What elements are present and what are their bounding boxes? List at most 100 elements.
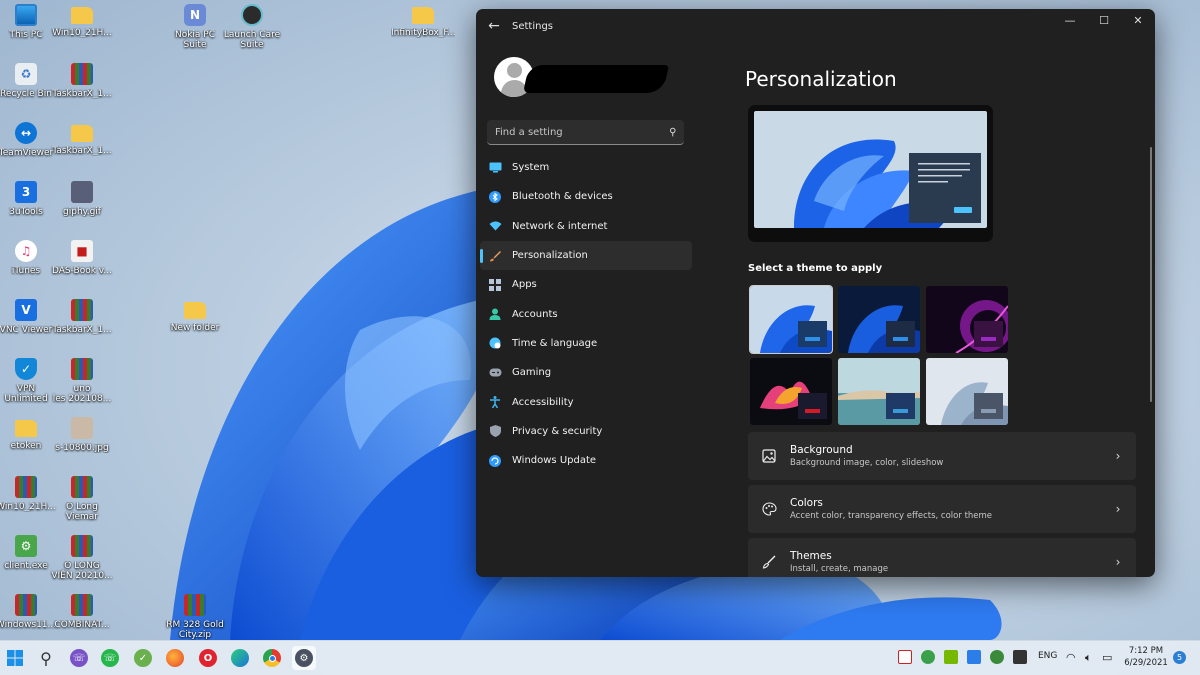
desktop-icon-s-10800-jpg[interactable]: s-10800.jpg [50, 415, 114, 473]
theme-glow[interactable] [926, 286, 1008, 353]
theme-window-sample [886, 321, 915, 347]
chevron-right-icon: › [1115, 449, 1121, 463]
card-subtitle: Install, create, manage [790, 564, 889, 574]
theme-sunrise[interactable] [926, 358, 1008, 425]
nav-item-label: Gaming [512, 367, 552, 379]
desktop-icon-nokia-pc-suite[interactable]: N Nokia PC Suite [163, 2, 227, 60]
theme-window-sample [798, 321, 827, 347]
theme-accent-bar [981, 337, 996, 341]
desktop-icon-infinitybox[interactable]: InfinityBox_F... [391, 2, 455, 60]
search-box[interactable]: ⚲ [487, 120, 684, 145]
theme-captured-motion[interactable] [750, 358, 832, 425]
launch-care-icon [241, 4, 263, 26]
nav-item-personalization[interactable]: Personalization [480, 240, 692, 271]
winrar-icon [71, 299, 93, 321]
nav-item-privacy-security[interactable]: Privacy & security [480, 417, 692, 446]
tray-app-icon[interactable] [1013, 650, 1027, 664]
taskbar-whatsapp[interactable]: ☏ [98, 646, 122, 670]
nav-item-apps[interactable]: Apps [480, 270, 692, 299]
page-title: Personalization [745, 67, 897, 91]
theme-flow[interactable] [838, 358, 920, 425]
desktop-icon-taskbarx-1[interactable]: TaskbarX_1... [50, 61, 114, 119]
nav-item-bluetooth[interactable]: Bluetooth & devices [480, 182, 692, 211]
3utools-icon: 3 [15, 181, 37, 203]
tray-app-icon[interactable] [990, 650, 1004, 664]
taskbar-opera[interactable]: O [196, 646, 220, 670]
nav-item-time-language[interactable]: Time & language [480, 329, 692, 358]
maximize-icon: ☐ [1099, 13, 1109, 27]
nvidia-icon[interactable] [944, 650, 958, 664]
content-pane: Personalization Select a theme to apply [694, 43, 1155, 577]
theme-window-sample [798, 393, 827, 419]
nav-item-accessibility[interactable]: Accessibility [480, 387, 692, 416]
taskbar-chrome[interactable] [260, 646, 284, 670]
edge-icon [231, 649, 249, 667]
theme-window-sample [974, 393, 1003, 419]
nav-item-system[interactable]: System [480, 153, 692, 182]
card-background[interactable]: Background Background image, color, slid… [748, 432, 1136, 480]
computer-icon [15, 4, 37, 26]
desktop-icon-launch-care-suite[interactable]: Launch Care Suite [220, 2, 284, 60]
desktop-icon-win10-zip[interactable]: Win10_21H... [50, 2, 114, 60]
language-indicator[interactable]: ENG [1038, 651, 1057, 661]
search-icon[interactable]: ⚲ [669, 127, 676, 138]
desktop-icon-giphy[interactable]: giphy.gif [50, 179, 114, 237]
chevron-right-icon: › [1115, 502, 1121, 516]
winrar-icon [184, 594, 206, 616]
chevron-right-icon: › [1115, 555, 1121, 569]
taskbar-edge[interactable] [228, 646, 252, 670]
desktop-icon-o-long-vien[interactable]: Ô LONG VIÊN 20210... [50, 533, 114, 591]
nav-item-label: Time & language [512, 337, 598, 349]
winrar-icon [71, 535, 93, 557]
title-bar[interactable]: ← Settings — ☐ ✕ [476, 9, 1155, 43]
taskbar-app-green[interactable]: ✓ [131, 646, 155, 670]
close-button[interactable]: ✕ [1121, 9, 1155, 31]
battery-icon[interactable]: ▭ [1102, 651, 1112, 664]
user-profile[interactable] [490, 53, 690, 103]
desktop-icon-uno-les[interactable]: uno les 202108... [50, 356, 114, 414]
taskbar: ⚲ ☏ ☏ ✓ O ⚙ ENG ◠ 🔈︎ ▭ 7:12 PM 6/29/2021… [0, 640, 1200, 675]
nav-item-accounts[interactable]: Accounts [480, 299, 692, 328]
content-scrollbar[interactable] [1150, 147, 1152, 402]
theme-windows-dark[interactable] [838, 286, 920, 353]
start-button[interactable] [3, 646, 27, 670]
notification-badge[interactable]: 5 [1173, 651, 1186, 664]
accessibility-icon [488, 395, 502, 409]
taskbar-search-button[interactable]: ⚲ [34, 646, 58, 670]
clock[interactable]: 7:12 PM 6/29/2021 [1122, 645, 1170, 669]
desktop-icon-das-book[interactable]: ■ DAS-Book v... [50, 238, 114, 296]
monitor-icon [488, 161, 502, 175]
winrar-icon [71, 358, 93, 380]
minimize-button[interactable]: — [1053, 9, 1087, 31]
desktop-icon-taskbarx-3[interactable]: TaskbarX_1... [50, 297, 114, 355]
tray-app-icon[interactable] [921, 650, 935, 664]
clock-time: 7:12 PM [1128, 646, 1164, 656]
nav-item-network[interactable]: Network & internet [480, 212, 692, 241]
tray-app-icon[interactable] [898, 650, 912, 664]
desktop-icon-o-long-viemar[interactable]: Ô Long Viemar [50, 474, 114, 532]
desktop-icon-taskbarx-2[interactable]: TaskbarX_1... [50, 120, 114, 178]
theme-windows-light[interactable] [749, 285, 833, 354]
volume-icon[interactable]: 🔈︎ [1085, 651, 1092, 665]
wifi-icon[interactable]: ◠ [1066, 651, 1076, 664]
maximize-button[interactable]: ☐ [1087, 9, 1121, 31]
taskbar-firefox[interactable] [163, 646, 187, 670]
tray-app-icon[interactable] [967, 650, 981, 664]
taskbar-viber[interactable]: ☏ [67, 646, 91, 670]
gear-icon: ⚙ [295, 649, 313, 667]
search-input[interactable] [495, 126, 669, 138]
close-icon: ✕ [1133, 13, 1143, 27]
back-button[interactable]: ← [478, 10, 510, 42]
opera-icon: O [199, 649, 217, 667]
nav-item-windows-update[interactable]: Windows Update [480, 446, 692, 475]
image-icon [748, 449, 790, 463]
theme-accent-bar [893, 409, 908, 413]
nav-item-gaming[interactable]: Gaming [480, 358, 692, 387]
folder-icon [71, 7, 93, 24]
card-themes[interactable]: Themes Install, create, manage › [748, 538, 1136, 577]
taskbar-settings[interactable]: ⚙ [292, 646, 316, 670]
recycle-bin-icon: ♻ [15, 63, 37, 85]
globe-icon [488, 336, 502, 350]
card-colors[interactable]: Colors Accent color, transparency effect… [748, 485, 1136, 533]
desktop-icon-new-folder[interactable]: New folder [163, 297, 227, 355]
